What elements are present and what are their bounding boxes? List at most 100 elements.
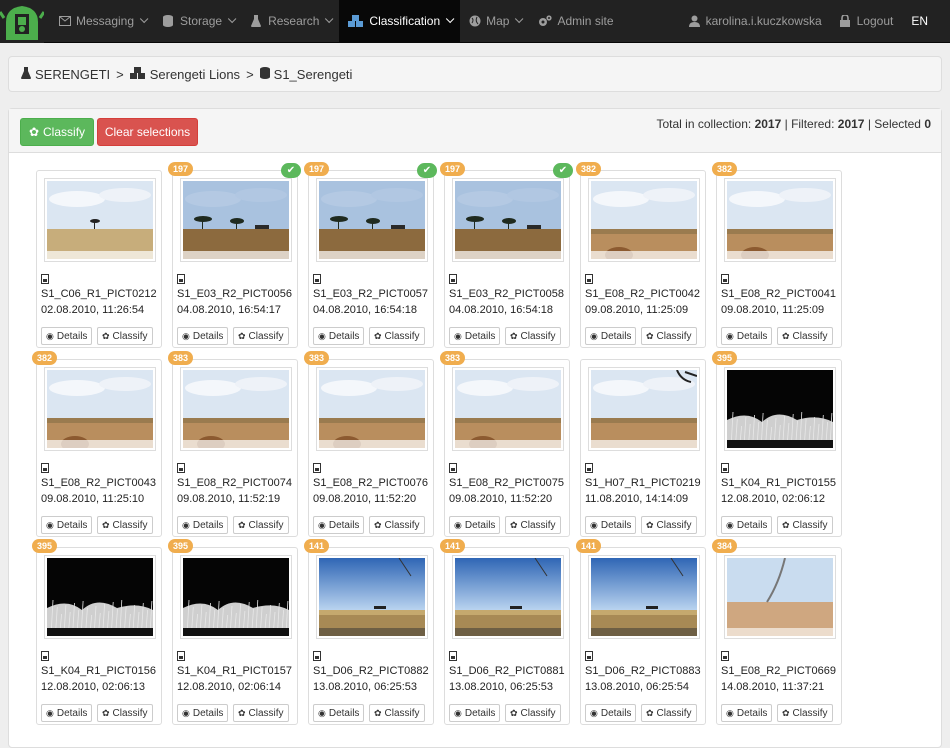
nav-storage[interactable]: Storage bbox=[154, 0, 242, 42]
nav-messaging[interactable]: Messaging bbox=[50, 0, 154, 42]
card-classify-button[interactable]: ✿ Classify bbox=[233, 516, 289, 534]
card-classify-button[interactable]: ✿ Classify bbox=[97, 516, 153, 534]
card-classify-button[interactable]: ✿ Classify bbox=[369, 327, 425, 345]
image-card[interactable]: 395 S1_K04_R1_PICT0157 12.08.2010, 02:06:1… bbox=[168, 539, 298, 725]
card-classify-button[interactable]: ✿ Classify bbox=[777, 516, 833, 534]
card-classify-button[interactable]: ✿ Classify bbox=[641, 327, 697, 345]
image-card[interactable]: 197 ✔ S1_E03_R2_PICT0057 04.08.2010, 16:54:… bbox=[304, 162, 437, 348]
image-thumbnail[interactable] bbox=[452, 555, 564, 639]
details-button[interactable]: ◉ Details bbox=[177, 704, 229, 722]
details-button[interactable]: ◉ Details bbox=[449, 704, 501, 722]
card-classify-button[interactable]: ✿ Classify bbox=[97, 704, 153, 722]
details-button[interactable]: ◉ Details bbox=[585, 704, 637, 722]
image-thumbnail[interactable] bbox=[588, 555, 700, 639]
card-classify-button[interactable]: ✿ Classify bbox=[777, 704, 833, 722]
cog-icon: ✿ bbox=[510, 519, 518, 530]
image-card[interactable]: 382 S1_E08_R2_PICT0041 09.08.2010, 11:25:0… bbox=[712, 162, 842, 348]
nav-admin-site[interactable]: Admin site bbox=[529, 0, 622, 42]
cog-icon: ✿ bbox=[238, 519, 246, 530]
image-thumbnail[interactable] bbox=[724, 178, 836, 262]
camera-trap-photo bbox=[319, 370, 425, 448]
image-card[interactable]: S1_H07_R1_PICT0219 11.08.2010, 14:14:09 ◉ D… bbox=[580, 359, 706, 537]
image-card[interactable]: 197 ✔ S1_E03_R2_PICT0056 04.08.2010, 16:54:… bbox=[168, 162, 301, 348]
image-card[interactable]: 384 S1_E08_R2_PICT0669 14.08.2010, 11:37:2… bbox=[712, 539, 842, 725]
card-classify-button[interactable]: ✿ Classify bbox=[777, 327, 833, 345]
details-button[interactable]: ◉ Details bbox=[177, 516, 229, 534]
details-button[interactable]: ◉ Details bbox=[721, 704, 773, 722]
details-button[interactable]: ◉ Details bbox=[41, 516, 93, 534]
details-button[interactable]: ◉ Details bbox=[41, 327, 93, 345]
breadcrumb-collection[interactable]: S1_Serengeti bbox=[274, 67, 353, 82]
image-date: 09.08.2010, 11:25:09 bbox=[585, 304, 689, 316]
camera-trap-photo bbox=[727, 370, 833, 448]
image-thumbnail[interactable] bbox=[724, 555, 836, 639]
image-card[interactable]: 383 S1_E08_R2_PICT0075 09.08.2010, 11:52:2… bbox=[440, 351, 570, 537]
user-menu[interactable]: karolina.i.kuczkowska bbox=[680, 0, 831, 42]
image-thumbnail[interactable] bbox=[724, 367, 836, 451]
card-classify-button[interactable]: ✿ Classify bbox=[97, 327, 153, 345]
app-logo[interactable] bbox=[0, 0, 50, 43]
nav-classification[interactable]: Classification bbox=[339, 0, 461, 42]
eye-icon: ◉ bbox=[454, 330, 462, 341]
breadcrumb-project[interactable]: Serengeti Lions bbox=[150, 67, 240, 82]
details-button[interactable]: ◉ Details bbox=[585, 516, 637, 534]
card-classify-button[interactable]: ✿ Classify bbox=[369, 704, 425, 722]
image-thumbnail[interactable] bbox=[44, 555, 156, 639]
image-card[interactable]: 141 S1_D06_R2_PICT0881 13.08.2010, 06:25:5… bbox=[440, 539, 570, 725]
image-thumbnail[interactable] bbox=[44, 178, 156, 262]
details-button[interactable]: ◉ Details bbox=[585, 327, 637, 345]
image-card[interactable]: 382 S1_E08_R2_PICT0042 09.08.2010, 11:25:0… bbox=[576, 162, 706, 348]
card-classify-button[interactable]: ✿ Classify bbox=[505, 704, 561, 722]
classify-button[interactable]: ✿ Classify bbox=[20, 118, 94, 146]
image-thumbnail[interactable] bbox=[180, 555, 292, 639]
card-classify-button[interactable]: ✿ Classify bbox=[233, 327, 289, 345]
details-label: Details bbox=[328, 707, 360, 719]
details-button[interactable]: ◉ Details bbox=[313, 516, 365, 534]
image-card[interactable]: 141 S1_D06_R2_PICT0883 13.08.2010, 06:25:5… bbox=[576, 539, 706, 725]
image-card[interactable]: 382 S1_E08_R2_PICT0043 09.08.2010, 11:25:1… bbox=[32, 351, 162, 537]
image-card[interactable]: 197 ✔ S1_E03_R2_PICT0058 04.08.2010, 16:54:… bbox=[440, 162, 573, 348]
details-button[interactable]: ◉ Details bbox=[449, 516, 501, 534]
image-card[interactable]: 383 S1_E08_R2_PICT0074 09.08.2010, 11:52:1… bbox=[168, 351, 298, 537]
details-button[interactable]: ◉ Details bbox=[41, 704, 93, 722]
image-thumbnail[interactable] bbox=[588, 178, 700, 262]
image-thumbnail[interactable] bbox=[316, 555, 428, 639]
card-classify-button[interactable]: ✿ Classify bbox=[505, 516, 561, 534]
image-thumbnail[interactable] bbox=[180, 178, 292, 262]
card-classify-button[interactable]: ✿ Classify bbox=[505, 327, 561, 345]
image-thumbnail[interactable] bbox=[316, 367, 428, 451]
details-button[interactable]: ◉ Details bbox=[177, 327, 229, 345]
chevron-down-icon bbox=[139, 14, 149, 24]
language-switch[interactable]: EN bbox=[902, 0, 950, 42]
image-card[interactable]: S1_C06_R1_PICT0212 02.08.2010, 11:26:54 ◉ D… bbox=[36, 170, 162, 348]
nav-research[interactable]: Research bbox=[242, 0, 339, 42]
details-button[interactable]: ◉ Details bbox=[721, 516, 773, 534]
image-thumbnail[interactable] bbox=[452, 178, 564, 262]
details-button[interactable]: ◉ Details bbox=[449, 327, 501, 345]
details-button[interactable]: ◉ Details bbox=[313, 704, 365, 722]
image-card[interactable]: 141 S1_D06_R2_PICT0882 13.08.2010, 06:25:5… bbox=[304, 539, 434, 725]
card-classify-button[interactable]: ✿ Classify bbox=[369, 516, 425, 534]
image-thumbnail[interactable] bbox=[180, 367, 292, 451]
logout-link[interactable]: Logout bbox=[831, 0, 903, 42]
camera-trap-photo bbox=[455, 558, 561, 636]
card-classify-button[interactable]: ✿ Classify bbox=[641, 704, 697, 722]
camera-trap-photo bbox=[727, 181, 833, 259]
details-button[interactable]: ◉ Details bbox=[313, 327, 365, 345]
image-date: 13.08.2010, 06:25:53 bbox=[449, 681, 553, 693]
image-thumbnail[interactable] bbox=[44, 367, 156, 451]
image-card[interactable]: 383 S1_E08_R2_PICT0076 09.08.2010, 11:52:2… bbox=[304, 351, 434, 537]
image-card[interactable]: 395 S1_K04_R1_PICT0156 12.08.2010, 02:06:1… bbox=[32, 539, 162, 725]
card-classify-button[interactable]: ✿ Classify bbox=[233, 704, 289, 722]
card-classify-button[interactable]: ✿ Classify bbox=[641, 516, 697, 534]
image-thumbnail[interactable] bbox=[452, 367, 564, 451]
cluster-badge: 382 bbox=[576, 162, 602, 176]
clear-selections-button[interactable]: Clear selections bbox=[97, 118, 198, 146]
details-button[interactable]: ◉ Details bbox=[721, 327, 773, 345]
image-thumbnail[interactable] bbox=[316, 178, 428, 262]
breadcrumb-research[interactable]: SERENGETI bbox=[35, 67, 110, 82]
image-card[interactable]: 395 S1_K04_R1_PICT0155 12.08.2010, 02:06:1… bbox=[712, 351, 842, 537]
image-thumbnail[interactable] bbox=[588, 367, 700, 451]
nav-map[interactable]: Map bbox=[460, 0, 529, 42]
nav-label: Classification bbox=[369, 14, 441, 28]
